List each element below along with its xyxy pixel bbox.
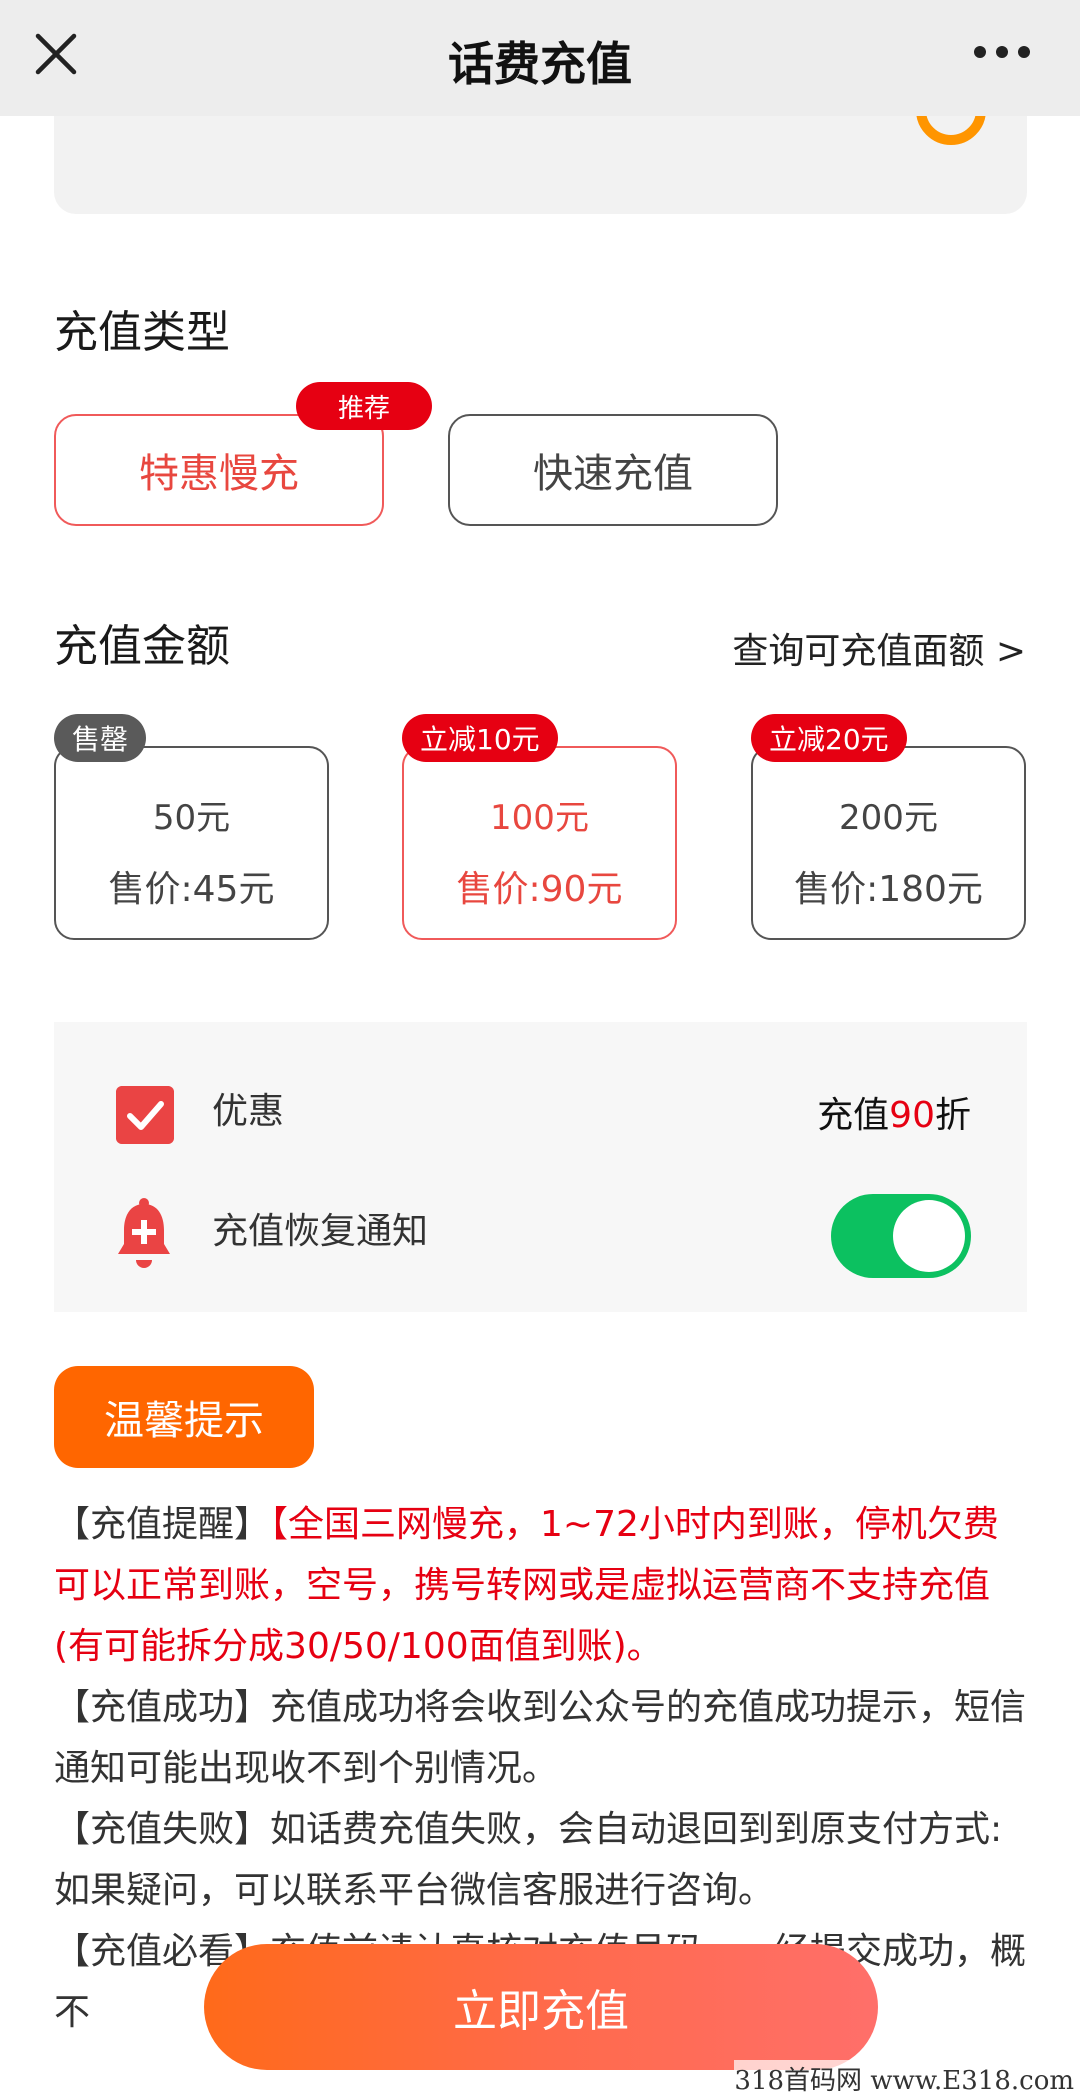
more-icon[interactable] — [972, 44, 1032, 60]
watermark: 318首码网 www.E318.com — [734, 2060, 1074, 2097]
amount-price: 售价:180元 — [794, 869, 983, 910]
amount-card-50[interactable]: 50元 售价:45元 — [54, 746, 329, 940]
amount-card-200[interactable]: 200元 售价:180元 — [751, 746, 1026, 940]
discount-value: 充值90折 — [817, 1095, 971, 1136]
discount-badge: 立减10元 — [402, 714, 558, 762]
tips-failure: 【充值失败】如话费充值失败，会自动退回到到原支付方式:如果疑问，可以联系平台微信… — [54, 1809, 1003, 1911]
discount-label: 优惠 — [212, 1091, 285, 1132]
notify-label: 充值恢复通知 — [212, 1211, 429, 1252]
amount-price: 售价:90元 — [456, 869, 623, 910]
amount-face: 100元 — [490, 798, 589, 838]
tips-success: 【充值成功】充值成功将会收到公众号的充值成功提示，短信通知可能出现收不到个别情况… — [54, 1687, 1027, 1789]
sold-out-badge: 售罄 — [54, 714, 147, 762]
recharge-amount-title: 充值金额 — [54, 621, 230, 672]
notify-toggle[interactable] — [831, 1194, 971, 1278]
type-option-slow[interactable]: 特惠慢充 — [54, 414, 384, 526]
top-bar: 话费充值 — [0, 0, 1080, 116]
page-title: 话费充值 — [448, 37, 632, 91]
recommend-badge: 推荐 — [296, 382, 432, 430]
amount-face: 50元 — [152, 798, 231, 838]
discount-badge: 立减20元 — [751, 714, 907, 762]
amount-card-100[interactable]: 100元 售价:90元 — [402, 746, 677, 940]
type-option-fast[interactable]: 快速充值 — [448, 414, 778, 526]
query-amount-link[interactable]: 查询可充值面额 > — [732, 622, 1026, 674]
tips-button[interactable]: 温馨提示 — [54, 1366, 314, 1468]
amount-face: 200元 — [839, 798, 938, 838]
recharge-type-title: 充值类型 — [54, 307, 230, 358]
discount-checkbox[interactable] — [116, 1086, 174, 1144]
charge-now-button[interactable]: 立即充值 — [204, 1944, 878, 2070]
options-panel: 优惠 充值90折 充值恢复通知 — [54, 1022, 1027, 1312]
amount-price: 售价:45元 — [108, 869, 275, 910]
tips-reminder: 【充值提醒】【全国三网慢充，1~72小时内到账，停机欠费可以正常到账，空号，携号… — [54, 1504, 999, 1667]
toggle-knob — [893, 1200, 965, 1272]
bell-icon — [118, 1198, 170, 1268]
